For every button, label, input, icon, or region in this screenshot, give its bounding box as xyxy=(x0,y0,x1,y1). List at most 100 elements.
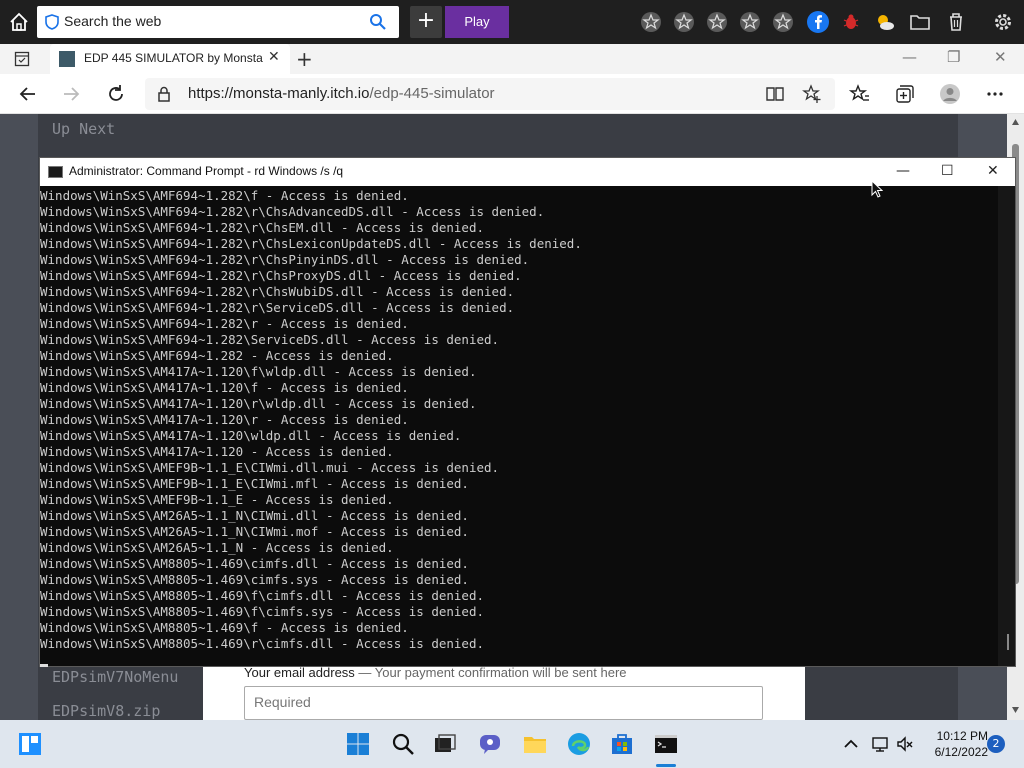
search-icon[interactable] xyxy=(391,732,415,756)
cmd-output-line: Windows\WinSxS\AM26A5~1.1_N - Access is … xyxy=(40,540,394,555)
cmd-output-line: Windows\WinSxS\AM8805~1.469\f\cimfs.dll … xyxy=(40,588,485,603)
cmd-output-line: Windows\WinSxS\AM417A~1.120\r\wldp.dll -… xyxy=(40,396,477,411)
cmd-maximize-button[interactable]: ☐ xyxy=(941,163,954,179)
play-button[interactable]: Play xyxy=(445,6,509,38)
gear-icon[interactable] xyxy=(991,10,1015,34)
more-menu-icon[interactable] xyxy=(984,83,1006,105)
command-prompt-window[interactable]: Administrator: Command Prompt - rd Windo… xyxy=(39,157,1016,667)
cmd-output-line: Windows\WinSxS\AMEF9B~1.1_E - Access is … xyxy=(40,492,394,507)
star-icon[interactable] xyxy=(640,11,662,33)
tab-actions-icon[interactable] xyxy=(14,51,30,67)
clock-time: 10:12 PM xyxy=(936,729,988,743)
url-text: https://monsta-manly.itch.io/edp-445-sim… xyxy=(188,85,495,102)
star-icon[interactable] xyxy=(673,11,695,33)
cmd-window-title: Administrator: Command Prompt - rd Windo… xyxy=(69,164,344,178)
cmd-output-lines: Windows\WinSxS\AMF694~1.282\f - Access i… xyxy=(40,188,998,652)
address-bar[interactable]: https://monsta-manly.itch.io/edp-445-sim… xyxy=(145,78,835,110)
window-close-button[interactable]: ✕ xyxy=(994,48,1007,66)
add-button[interactable]: + xyxy=(410,6,442,38)
favorites-icon[interactable] xyxy=(849,83,871,105)
cmd-output-line: Windows\WinSxS\AMF694~1.282\r\ChsWubiDS.… xyxy=(40,284,515,299)
facebook-icon[interactable] xyxy=(806,10,830,34)
cmd-output[interactable]: Windows\WinSxS\AMF694~1.282\f - Access i… xyxy=(40,188,998,668)
star-icon[interactable] xyxy=(739,11,761,33)
bug-icon[interactable] xyxy=(839,10,863,34)
cmd-output-line: Windows\WinSxS\AMF694~1.282\r\ServiceDS.… xyxy=(40,300,515,315)
search-placeholder: Search the web xyxy=(64,13,162,29)
new-tab-button[interactable]: + xyxy=(296,47,313,71)
store-icon[interactable] xyxy=(610,732,634,756)
cmd-output-line: Windows\WinSxS\AMEF9B~1.1_E\CIWmi.dll.mu… xyxy=(40,460,500,475)
taskbar: 10:12 PM 6/12/2022 2 xyxy=(0,720,1024,768)
weather-icon[interactable] xyxy=(873,10,897,34)
cmd-output-line: Windows\WinSxS\AM8805~1.469\f\cimfs.sys … xyxy=(40,604,485,619)
cmd-output-line: Windows\WinSxS\AM8805~1.469\cimfs.sys - … xyxy=(40,572,469,587)
home-icon[interactable] xyxy=(8,11,30,33)
text-cursor xyxy=(40,664,48,667)
top-toolbar: Search the web + Play xyxy=(0,0,1024,44)
windows-start-icon[interactable] xyxy=(346,732,370,756)
cmd-scrollbar[interactable] xyxy=(998,186,1015,666)
cmd-output-line: Windows\WinSxS\AM8805~1.469\r\cimfs.dll … xyxy=(40,636,485,651)
window-restore-button[interactable]: ❐ xyxy=(947,48,960,66)
cmd-output-line: Windows\WinSxS\AM417A~1.120 - Access is … xyxy=(40,444,394,459)
star-icon[interactable] xyxy=(706,11,728,33)
cmd-title-bar[interactable]: Administrator: Command Prompt - rd Windo… xyxy=(40,158,1015,186)
cmd-output-line: Windows\WinSxS\AM417A~1.120\wldp.dll - A… xyxy=(40,428,462,443)
cmd-output-line: Windows\WinSxS\AMF694~1.282\f - Access i… xyxy=(40,188,409,203)
cmd-output-line: Windows\WinSxS\AM8805~1.469\f - Access i… xyxy=(40,620,409,635)
file-explorer-icon[interactable] xyxy=(523,732,547,756)
email-field[interactable]: Required xyxy=(244,686,763,720)
chat-icon[interactable] xyxy=(478,732,502,756)
terminal-icon[interactable] xyxy=(654,732,678,756)
cmd-output-line: Windows\WinSxS\AM417A~1.120\f\wldp.dll -… xyxy=(40,364,477,379)
forward-arrow-icon[interactable] xyxy=(60,83,82,105)
file-name: EDPsimV7NoMenu xyxy=(52,668,179,686)
up-next-heading: Up Next xyxy=(52,120,116,138)
cmd-output-line: Windows\WinSxS\AMF694~1.282\r\ChsLexicon… xyxy=(40,236,582,251)
tab-title: EDP 445 SIMULATOR by Monsta xyxy=(84,51,263,65)
cmd-close-button[interactable]: ✕ xyxy=(987,163,999,179)
task-view-icon[interactable] xyxy=(433,732,457,756)
collections-icon[interactable] xyxy=(893,83,915,105)
star-icon[interactable] xyxy=(772,11,794,33)
back-arrow-icon[interactable] xyxy=(17,83,39,105)
cmd-output-line: Windows\WinSxS\AMEF9B~1.1_E\CIWmi.mfl - … xyxy=(40,476,469,491)
cmd-output-line: Windows\WinSxS\AMF694~1.282 - Access is … xyxy=(40,348,394,363)
search-icon[interactable] xyxy=(369,13,387,31)
system-clock[interactable]: 10:12 PM 6/12/2022 xyxy=(918,728,988,760)
folder-icon[interactable] xyxy=(908,10,932,34)
mouse-pointer-icon xyxy=(871,180,883,198)
window-minimize-button[interactable]: — xyxy=(902,48,917,66)
edge-browser-icon[interactable] xyxy=(567,732,591,756)
cmd-minimize-button[interactable]: — xyxy=(896,163,910,179)
network-icon[interactable] xyxy=(871,735,889,753)
cmd-output-line: Windows\WinSxS\AM417A~1.120\f - Access i… xyxy=(40,380,409,395)
profile-avatar-icon[interactable] xyxy=(939,83,961,105)
add-favorite-icon[interactable] xyxy=(802,84,822,104)
cmd-output-line: Windows\WinSxS\AMF694~1.282\r\ChsEM.dll … xyxy=(40,220,485,235)
cmd-output-line: Windows\WinSxS\AM417A~1.120\r - Access i… xyxy=(40,412,409,427)
cmd-scrollbar-thumb[interactable] xyxy=(1007,634,1009,650)
chevron-up-icon[interactable] xyxy=(843,737,859,751)
cmd-output-line: Windows\WinSxS\AM26A5~1.1_N\CIWmi.mof - … xyxy=(40,524,469,539)
cmd-output-line: Windows\WinSxS\AMF694~1.282\r\ChsPinyinD… xyxy=(40,252,530,267)
web-search-box[interactable]: Search the web xyxy=(37,6,399,38)
scroll-up-icon[interactable] xyxy=(1011,118,1020,126)
volume-muted-icon[interactable] xyxy=(896,735,914,753)
scroll-down-icon[interactable] xyxy=(1011,706,1020,714)
url-domain: https://monsta-manly.itch.io xyxy=(188,85,370,102)
widgets-icon[interactable] xyxy=(18,732,42,756)
trash-icon[interactable] xyxy=(944,10,968,34)
immersive-reader-icon[interactable] xyxy=(765,85,785,103)
notification-badge[interactable]: 2 xyxy=(987,735,1005,753)
cmd-output-line: Windows\WinSxS\AMF694~1.282\ServiceDS.dl… xyxy=(40,332,500,347)
cmd-output-line: Windows\WinSxS\AMF694~1.282\r\ChsAdvance… xyxy=(40,204,545,219)
cmd-output-line: Windows\WinSxS\AMF694~1.282\r - Access i… xyxy=(40,316,409,331)
close-tab-icon[interactable]: ✕ xyxy=(268,49,280,65)
tab-edp-simulator[interactable]: EDP 445 SIMULATOR by Monsta ✕ xyxy=(50,44,290,74)
lock-icon[interactable] xyxy=(157,86,171,102)
payment-form: Your email address — Your payment confir… xyxy=(203,662,805,720)
refresh-icon[interactable] xyxy=(105,83,127,105)
active-app-indicator xyxy=(656,764,676,767)
